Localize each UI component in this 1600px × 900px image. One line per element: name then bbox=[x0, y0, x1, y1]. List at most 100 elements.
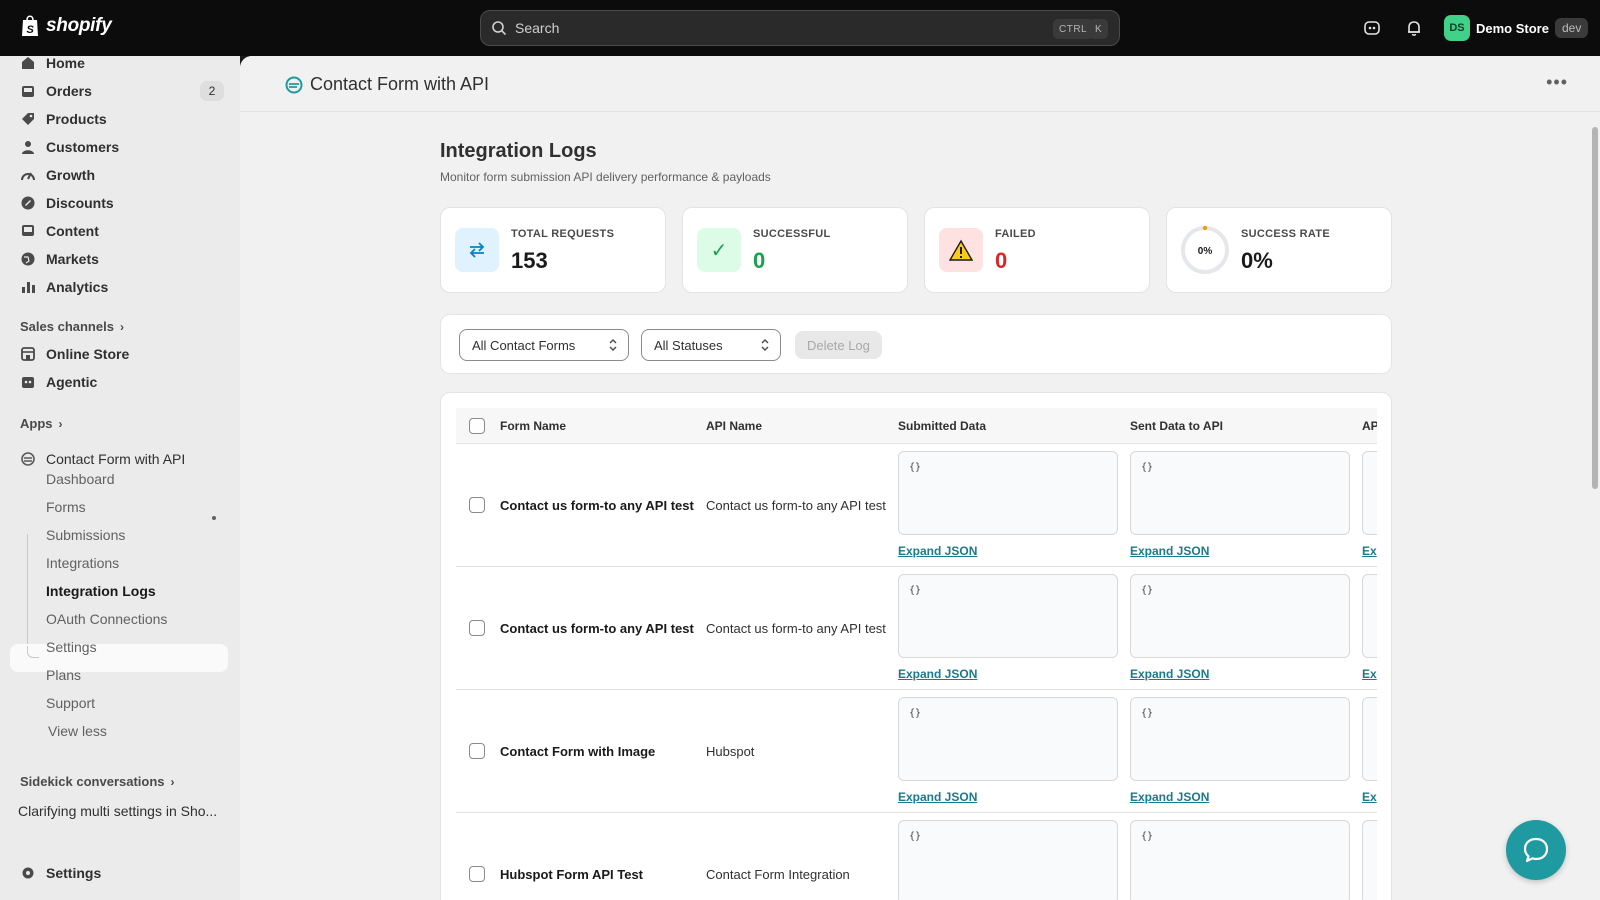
store-menu[interactable]: DS Demo Store dev bbox=[1444, 15, 1589, 41]
sidebar-item-products[interactable]: Products bbox=[20, 106, 107, 132]
sidebar-item-discounts[interactable]: Discounts bbox=[20, 190, 114, 216]
sidekick-conversation-item[interactable]: Clarifying multi settings in Sho... bbox=[18, 798, 217, 824]
sidebar-item-customers[interactable]: Customers bbox=[20, 134, 119, 160]
table-row: Contact Form with Image Hubspot {} {} Ex… bbox=[456, 690, 1377, 813]
expand-json-link[interactable]: Expand JSON bbox=[898, 667, 977, 681]
person-icon bbox=[22, 141, 34, 154]
sidebar-item-label: Content bbox=[46, 223, 99, 239]
search-placeholder: Search bbox=[515, 20, 560, 36]
row-checkbox[interactable] bbox=[469, 620, 485, 636]
table-header: Form Name API Name Submitted Data Sent D… bbox=[456, 408, 1377, 444]
delete-log-button[interactable]: Delete Log bbox=[795, 331, 882, 359]
select-value: All Contact Forms bbox=[472, 337, 576, 353]
filters-card: All Contact Forms All Statuses Delete Lo… bbox=[440, 314, 1392, 374]
vertical-scrollbar[interactable] bbox=[1592, 127, 1598, 489]
sidebar-item-markets[interactable]: Markets bbox=[20, 246, 99, 272]
stat-card-failed: FAILED 0 bbox=[924, 207, 1150, 293]
expand-json-link[interactable]: Ex bbox=[1362, 544, 1377, 558]
sidebar-item-orders[interactable]: Orders bbox=[20, 78, 92, 104]
logs-table: Form Name API Name Submitted Data Sent D… bbox=[456, 408, 1377, 900]
sales-channels-heading[interactable]: Sales channels › bbox=[20, 319, 124, 334]
row-checkbox[interactable] bbox=[469, 743, 485, 759]
sidebar-subitem-oauth-connections[interactable]: OAuth Connections bbox=[46, 606, 167, 632]
shopify-logo[interactable]: S shopify bbox=[20, 14, 112, 38]
response-json-box bbox=[1362, 451, 1377, 535]
sent-json-box: {} bbox=[1130, 574, 1350, 658]
sidebar-subitem-submissions[interactable]: Submissions bbox=[46, 522, 125, 548]
sidebar-item-label: Growth bbox=[46, 167, 95, 183]
sidebar-subitem-plans[interactable]: Plans bbox=[46, 662, 81, 688]
sidebar-subitem-settings[interactable]: Settings bbox=[46, 634, 97, 660]
sidebar-view-less[interactable]: View less bbox=[48, 718, 107, 744]
sidebar-item-analytics[interactable]: Analytics bbox=[20, 274, 108, 300]
column-header-form-name[interactable]: Form Name bbox=[500, 419, 566, 433]
table-row: Hubspot Form API Test Contact Form Integ… bbox=[456, 813, 1377, 900]
expand-json-link[interactable]: Ex bbox=[1362, 790, 1377, 804]
gear-icon bbox=[22, 867, 34, 879]
status-filter-select[interactable]: All Statuses bbox=[641, 329, 781, 361]
sidekick-label: Sidekick conversations bbox=[20, 774, 165, 789]
sidebar-item-label: Analytics bbox=[46, 279, 109, 295]
sidebar-item-agentic[interactable]: Agentic bbox=[20, 369, 97, 395]
stat-value: 153 bbox=[511, 248, 548, 273]
tree-elbow bbox=[27, 646, 39, 658]
form-filter-select[interactable]: All Contact Forms bbox=[459, 329, 629, 361]
stat-label: FAILED bbox=[995, 228, 1036, 240]
sidebar-subitem-integrations[interactable]: Integrations bbox=[46, 550, 119, 576]
globe-icon bbox=[21, 252, 35, 266]
sidebar-subitem-forms[interactable]: Forms bbox=[46, 494, 86, 520]
notification-bell-icon[interactable] bbox=[1404, 18, 1424, 38]
sidebar-subitem-integration-logs[interactable]: Integration Logs bbox=[46, 578, 156, 604]
form-name-cell: Contact Form with Image bbox=[500, 744, 656, 759]
sidebar-subitem-support[interactable]: Support bbox=[46, 690, 95, 716]
api-name-cell: Contact Form Integration bbox=[706, 867, 850, 882]
sidebar-item-content[interactable]: Content bbox=[20, 218, 99, 244]
tree-line bbox=[27, 534, 28, 658]
stat-label: TOTAL REQUESTS bbox=[511, 228, 615, 240]
expand-json-link[interactable]: Expand JSON bbox=[1130, 790, 1209, 804]
sidebar-item-online-store[interactable]: Online Store bbox=[20, 341, 129, 367]
select-chevron-icon bbox=[609, 339, 617, 351]
apps-label: Apps bbox=[20, 416, 53, 431]
column-header-api-name[interactable]: API Name bbox=[706, 419, 762, 433]
discount-icon bbox=[21, 196, 35, 210]
response-json-box bbox=[1362, 697, 1377, 781]
sidebar-item-home[interactable]: Home bbox=[20, 50, 85, 76]
column-header-submitted-data[interactable]: Submitted Data bbox=[898, 419, 986, 433]
store-avatar: DS bbox=[1444, 15, 1470, 41]
app-logo-icon bbox=[21, 452, 35, 466]
expand-json-link[interactable]: Expand JSON bbox=[898, 544, 977, 558]
expand-json-link[interactable]: Expand JSON bbox=[1130, 667, 1209, 681]
app-logo-icon bbox=[285, 76, 303, 93]
expand-json-link[interactable]: Ex bbox=[1362, 667, 1377, 681]
search-bar[interactable]: Search CTRL K bbox=[480, 10, 1120, 46]
sales-channels-label: Sales channels bbox=[20, 319, 114, 334]
apps-heading[interactable]: Apps › bbox=[20, 416, 63, 431]
shortcut-k-key: K bbox=[1089, 19, 1109, 39]
column-header-api-response[interactable]: AP bbox=[1362, 419, 1377, 433]
api-name-cell: Contact us form-to any API test bbox=[706, 621, 886, 636]
sidebar-subitem-dashboard[interactable]: Dashboard bbox=[46, 466, 115, 492]
sidekick-conversations-heading[interactable]: Sidekick conversations › bbox=[20, 774, 175, 789]
stat-label: SUCCESSFUL bbox=[753, 228, 831, 240]
select-all-checkbox[interactable] bbox=[469, 418, 485, 434]
row-checkbox[interactable] bbox=[469, 497, 485, 513]
app-title-bar: Contact Form with API ••• bbox=[240, 56, 1600, 112]
app-title: Contact Form with API bbox=[284, 74, 489, 95]
home-icon bbox=[22, 57, 34, 69]
tag-icon bbox=[22, 113, 34, 125]
chat-support-button[interactable] bbox=[1506, 820, 1566, 880]
sidebar-item-growth[interactable]: Growth bbox=[20, 162, 95, 188]
expand-json-link[interactable]: Expand JSON bbox=[898, 790, 977, 804]
more-actions-icon[interactable]: ••• bbox=[1546, 72, 1568, 93]
sidebar-item-settings[interactable]: Settings bbox=[20, 860, 101, 886]
column-header-sent-data[interactable]: Sent Data to API bbox=[1130, 419, 1223, 433]
select-chevron-icon bbox=[761, 339, 769, 351]
warning-icon bbox=[939, 228, 983, 272]
sidebar-item-label: Agentic bbox=[46, 374, 98, 390]
expand-json-link[interactable]: Expand JSON bbox=[1130, 544, 1209, 558]
sidekick-icon[interactable] bbox=[1362, 18, 1382, 38]
row-checkbox[interactable] bbox=[469, 866, 485, 882]
submitted-json-box: {} bbox=[898, 451, 1118, 535]
api-name-cell: Contact us form-to any API test bbox=[706, 498, 886, 513]
